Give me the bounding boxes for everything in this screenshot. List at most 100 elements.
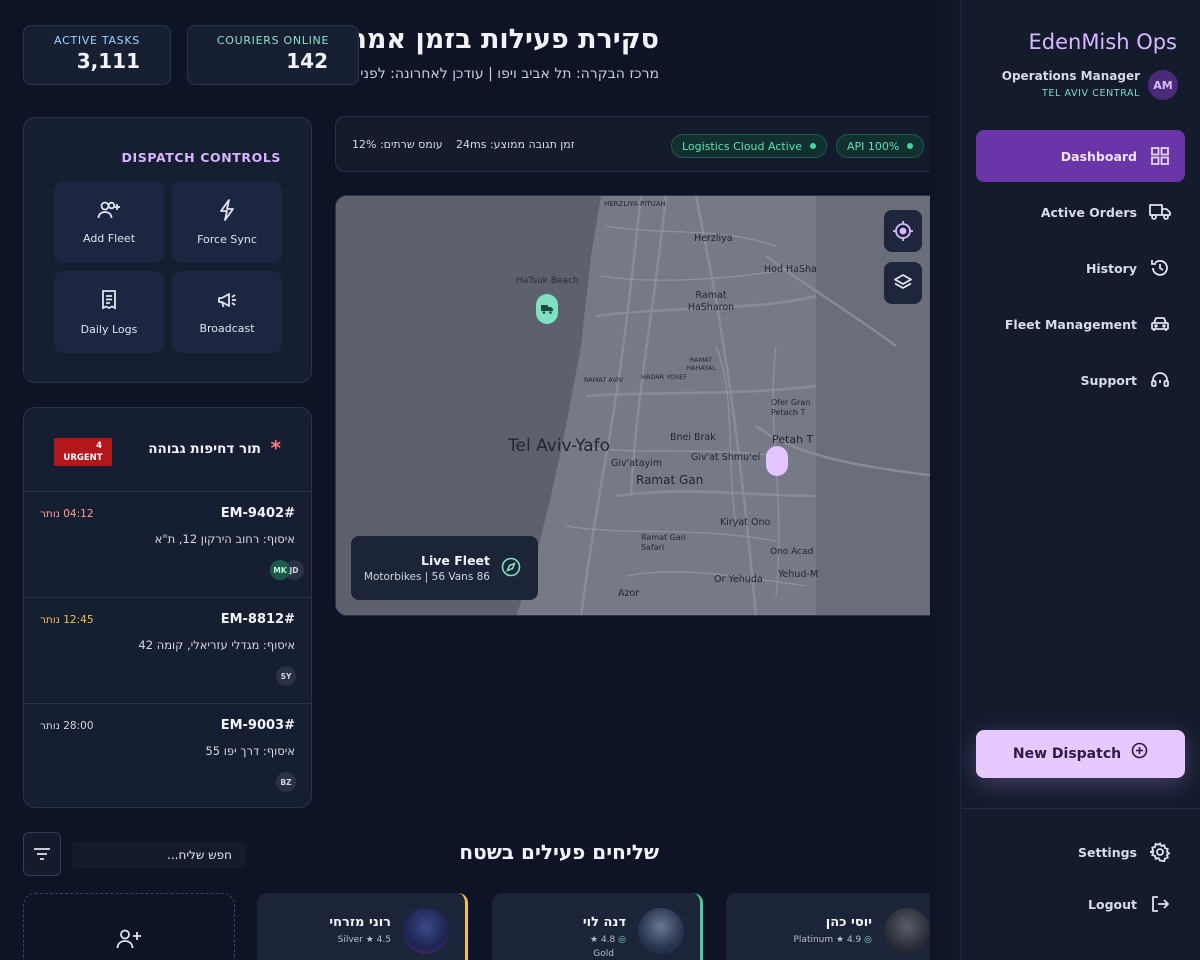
add-fleet-button[interactable]: Add Fleet bbox=[54, 181, 164, 263]
time-remaining: 12:45 נותר bbox=[40, 614, 94, 626]
sidebar-item-logout[interactable]: Logout bbox=[976, 878, 1185, 930]
main-content: סקירת פעילות בזמן אמת מרכז הבקרה: תל אבי… bbox=[0, 0, 930, 960]
tile-label: Broadcast bbox=[199, 321, 255, 335]
map-label: Tel Aviv-Yafo bbox=[508, 436, 611, 456]
map-label: HERZLIYA PITUAH bbox=[604, 200, 666, 208]
metric-value: 24ms bbox=[456, 138, 487, 151]
pill-label: Logistics Cloud Active bbox=[682, 139, 803, 153]
page-subtitle: מרכז הבקרה: תל אביב ויפו | עודכן לאחרונה… bbox=[312, 66, 659, 82]
api-status-pill: API 100% bbox=[836, 134, 925, 158]
user-region: TEL AVIV CENTRAL bbox=[1042, 88, 1140, 99]
fleet-marker-bike[interactable] bbox=[766, 446, 788, 476]
plus-circle-icon bbox=[1131, 742, 1148, 759]
dispatch-controls-title: DISPATCH CONTROLS bbox=[121, 150, 281, 165]
stat-card-active-tasks: ACTIVE TASKS 3,111 bbox=[23, 25, 171, 85]
crosshair-icon bbox=[892, 220, 914, 242]
pickup-address: איסוף: מגדלי עזריאלי, קומה 42 bbox=[138, 638, 295, 652]
map-label: RAMAT HAHAYAL bbox=[686, 356, 716, 372]
sidebar-item-label: Active Orders bbox=[1040, 204, 1137, 220]
courier-avatar bbox=[403, 908, 449, 954]
layers-icon bbox=[893, 273, 913, 293]
map-label: Ramat HaSharon bbox=[687, 290, 735, 313]
queue-item[interactable]: EM-9402# 04:12 נותר איסוף: רחוב הירקון 1… bbox=[24, 492, 311, 598]
live-fleet-summary: Motorbikes | 56 Vans 86 bbox=[363, 571, 490, 583]
urgent-queue-panel: 4 URGENT תור דחיפות גבוהה * EM-9402# 04:… bbox=[23, 407, 312, 808]
queue-item[interactable]: EM-8812# 12:45 נותר איסוף: מגדלי עזריאלי… bbox=[24, 598, 311, 704]
map-label: Yehud-M bbox=[778, 569, 819, 580]
courier-card[interactable]: יוסי כהן Platinum ★ 4.9 ◎ bbox=[726, 893, 930, 960]
asterisk-icon: * bbox=[270, 436, 281, 460]
queue-header: 4 URGENT תור דחיפות גבוהה * bbox=[24, 408, 311, 492]
map-label: Herzliya bbox=[694, 233, 733, 244]
layers-button[interactable] bbox=[884, 262, 922, 304]
new-dispatch-button[interactable]: New Dispatch bbox=[976, 730, 1185, 778]
tile-label: Force Sync bbox=[197, 232, 257, 246]
sidebar-item-fleet-management[interactable]: Fleet Management bbox=[976, 298, 1185, 350]
map-label: Kiryat Ono bbox=[720, 517, 771, 528]
time-remaining: 28:00 נותר bbox=[40, 720, 94, 732]
pill-label: API 100% bbox=[847, 139, 900, 153]
headset-icon bbox=[1149, 369, 1171, 391]
stat-card-couriers-online: COURIERS ONLINE 142 bbox=[187, 25, 359, 85]
map-label: Or Yehuda bbox=[714, 574, 763, 585]
queue-title: תור דחיפות גבוהה bbox=[148, 441, 261, 457]
courier-tier: Gold bbox=[593, 949, 614, 959]
filter-button[interactable] bbox=[23, 832, 61, 876]
order-id: EM-8812# bbox=[220, 612, 295, 627]
map-label: Ramat Gan Safari bbox=[641, 533, 686, 552]
map-label: Giv'at Shmu'el bbox=[691, 452, 761, 463]
stat-value: 142 bbox=[286, 49, 328, 73]
courier-name: דנה לוי bbox=[582, 915, 626, 930]
map-label: HaTsuk Beach bbox=[516, 276, 579, 286]
history-icon bbox=[1149, 257, 1171, 279]
courier-avatar bbox=[884, 908, 930, 954]
urgent-label: URGENT bbox=[63, 453, 103, 463]
add-courier-card[interactable] bbox=[23, 893, 235, 960]
sidebar-shadow bbox=[928, 0, 960, 960]
latency-metric: זמן תגובה ממוצע: 24ms bbox=[456, 138, 575, 151]
live-fleet-card[interactable]: Live Fleet Motorbikes | 56 Vans 86 bbox=[351, 536, 538, 600]
live-fleet-title: Live Fleet bbox=[421, 553, 490, 568]
fleet-marker-van[interactable] bbox=[536, 294, 558, 324]
new-dispatch-label: New Dispatch bbox=[1012, 746, 1122, 762]
sidebar-item-history[interactable]: History bbox=[976, 242, 1185, 294]
courier-avatar bbox=[638, 908, 684, 954]
page-title: סקירת פעילות בזמן אמת bbox=[348, 24, 659, 55]
tile-label: Daily Logs bbox=[80, 322, 138, 336]
filter-icon bbox=[33, 847, 51, 861]
verified-icon: ◎ bbox=[618, 935, 626, 945]
courier-search-input[interactable]: חפש שליח... bbox=[72, 842, 246, 868]
map-label: RAMAT AVIV bbox=[584, 376, 624, 384]
courier-name: יוסי כהן bbox=[825, 915, 872, 930]
locate-button[interactable] bbox=[884, 210, 922, 252]
courier-card[interactable]: דנה לוי ★ 4.8 ◎ Gold bbox=[492, 893, 703, 960]
server-load-metric: עומס שרתים: 12% bbox=[352, 138, 443, 151]
map-label: Azor bbox=[618, 588, 640, 599]
rating-value: Platinum ★ 4.9 bbox=[793, 935, 862, 945]
stat-value: 3,111 bbox=[76, 49, 140, 73]
add-user-icon bbox=[97, 200, 121, 220]
daily-logs-button[interactable]: Daily Logs bbox=[54, 271, 164, 353]
force-sync-button[interactable]: Force Sync bbox=[172, 181, 282, 263]
sidebar-item-dashboard[interactable]: Dashboard bbox=[976, 130, 1185, 182]
sidebar-item-active-orders[interactable]: Active Orders bbox=[976, 186, 1185, 238]
sidebar-item-support[interactable]: Support bbox=[976, 354, 1185, 406]
bolt-icon bbox=[218, 198, 236, 221]
order-id: EM-9003# bbox=[220, 718, 295, 733]
queue-item[interactable]: EM-9003# 28:00 נותר איסוף: דרך יפו 55 BZ bbox=[24, 704, 311, 807]
sidebar-item-settings[interactable]: Settings bbox=[976, 826, 1185, 878]
dispatch-controls-panel: DISPATCH CONTROLS Add Fleet Force Sync D… bbox=[23, 117, 312, 383]
status-dot bbox=[810, 143, 817, 149]
map-label: Bnei Brak bbox=[670, 432, 716, 443]
courier-card[interactable]: רוני מזרחי Silver ★ 4.5 bbox=[257, 893, 468, 960]
courier-rating: Silver ★ 4.5 bbox=[337, 935, 391, 945]
rating-value: ★ 4.8 bbox=[590, 935, 616, 945]
live-map[interactable]: HERZLIYA PITUAH Herzliya Hod HaSha HaTsu… bbox=[335, 195, 930, 616]
metric-value: 12% bbox=[352, 138, 377, 151]
broadcast-button[interactable]: Broadcast bbox=[172, 271, 282, 353]
sidebar-item-label: History bbox=[1085, 260, 1137, 276]
sidebar-item-label: Logout bbox=[1088, 896, 1137, 912]
brand-logo[interactable]: EdenMish Ops bbox=[1028, 30, 1177, 54]
sidebar-divider bbox=[962, 808, 1200, 809]
avatar[interactable]: AM bbox=[1148, 70, 1178, 100]
